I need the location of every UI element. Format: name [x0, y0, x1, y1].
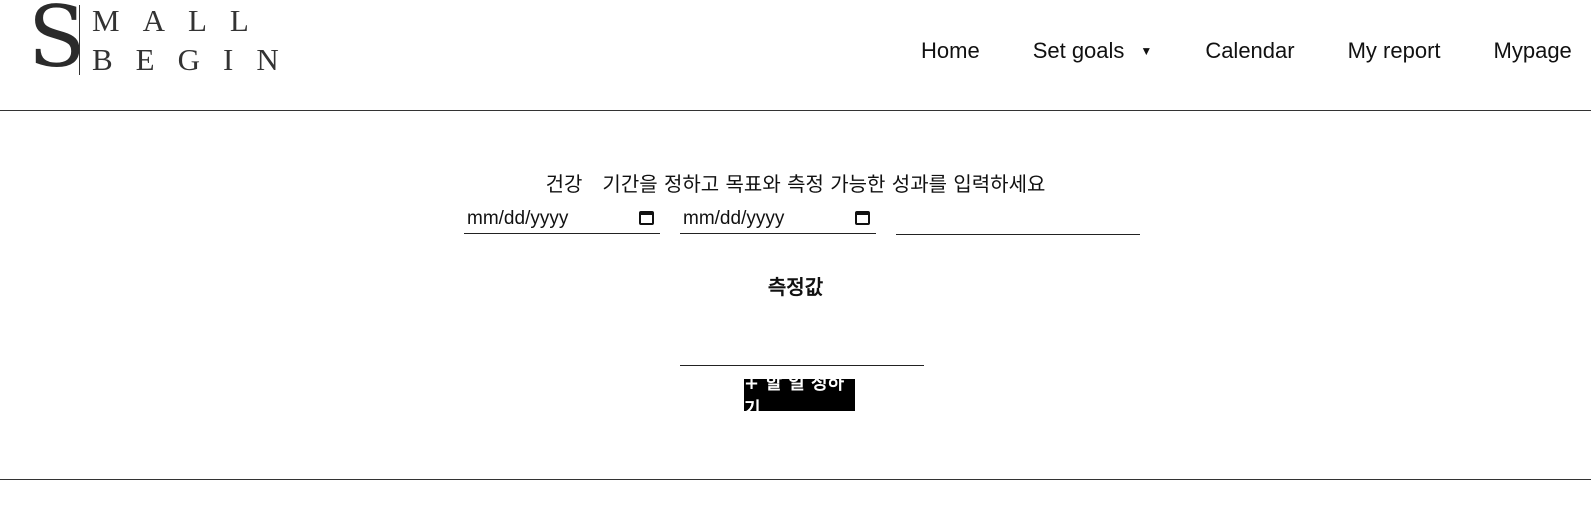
- measure-input[interactable]: [680, 337, 924, 366]
- nav-mypage-label: Mypage: [1493, 38, 1572, 63]
- main-nav: Home Set goals ▼ Calendar My report Mypa…: [921, 36, 1591, 66]
- end-date-input[interactable]: mm/dd/yyyy: [680, 204, 876, 234]
- start-date-input[interactable]: mm/dd/yyyy: [464, 204, 660, 234]
- nav-calendar[interactable]: Calendar: [1205, 36, 1294, 66]
- measure-label: 측정값: [767, 275, 824, 299]
- logo-line-1: MALL: [92, 3, 272, 38]
- calendar-icon[interactable]: [639, 211, 654, 225]
- form-instruction: 기간을 정하고 목표와 측정 가능한 성과를 입력하세요: [602, 172, 1046, 196]
- logo-divider: [79, 5, 80, 75]
- site-logo[interactable]: S MALL BEGIN: [28, 0, 318, 86]
- nav-my-report[interactable]: My report: [1348, 36, 1441, 66]
- nav-set-goals[interactable]: Set goals ▼: [1033, 36, 1153, 66]
- nav-calendar-label: Calendar: [1205, 38, 1295, 63]
- form-prompt: 건강 기간을 정하고 목표와 측정 가능한 성과를 입력하세요: [0, 168, 1591, 197]
- logo-big-letter: S: [28, 0, 86, 86]
- nav-my-report-label: My report: [1347, 38, 1441, 63]
- site-footer: [0, 479, 1591, 507]
- nav-home[interactable]: Home: [921, 36, 980, 66]
- nav-set-goals-label: Set goals: [1032, 38, 1125, 63]
- caret-down-icon: ▼: [1140, 44, 1153, 58]
- nav-mypage[interactable]: Mypage: [1494, 36, 1572, 66]
- site-header: S MALL BEGIN Home Set goals ▼ Calendar M…: [0, 0, 1591, 111]
- add-task-button[interactable]: + 할 일 정하기: [744, 373, 855, 420]
- start-date-placeholder: mm/dd/yyyy: [467, 208, 569, 229]
- goal-form: 건강 기간을 정하고 목표와 측정 가능한 성과를 입력하세요 mm/dd/yyy…: [0, 111, 1591, 479]
- nav-home-label: Home: [921, 38, 980, 63]
- end-date-placeholder: mm/dd/yyyy: [683, 208, 785, 229]
- goal-input[interactable]: [896, 206, 1140, 235]
- logo-line-2: BEGIN: [92, 42, 302, 77]
- goal-category: 건강: [545, 172, 583, 196]
- calendar-icon[interactable]: [855, 211, 870, 225]
